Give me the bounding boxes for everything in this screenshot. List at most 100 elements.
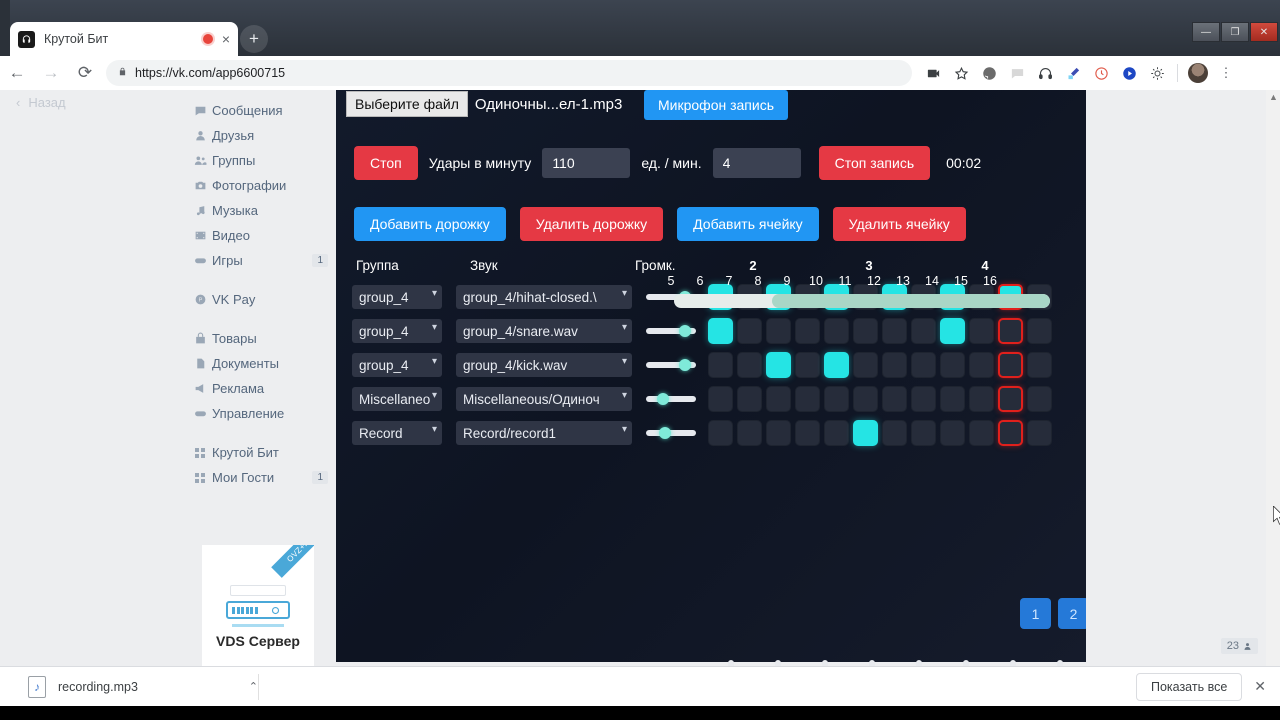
step-cell[interactable] <box>766 420 791 446</box>
choose-file-button[interactable]: Выберите файл <box>346 91 468 117</box>
step-cell[interactable] <box>911 386 936 412</box>
volume-slider[interactable] <box>646 321 696 341</box>
add-track-button[interactable]: Добавить дорожку <box>354 207 506 241</box>
step-cell[interactable] <box>824 352 849 378</box>
recording-dot-icon[interactable] <box>202 34 213 44</box>
step-cell[interactable] <box>911 352 936 378</box>
step-cell[interactable] <box>795 352 820 378</box>
step-cell[interactable] <box>940 318 965 344</box>
back-icon[interactable]: ← <box>0 63 34 83</box>
step-cell[interactable] <box>708 386 733 412</box>
extension-play-icon[interactable] <box>1116 60 1142 86</box>
delete-cell-button[interactable]: Удалить ячейку <box>832 207 966 241</box>
sidebar-item-goods[interactable]: Товары <box>180 326 336 351</box>
volume-slider[interactable] <box>646 355 696 375</box>
sound-select[interactable]: group_4/hihat-closed.\ <box>456 285 632 309</box>
step-cell[interactable] <box>1027 386 1052 412</box>
volume-knob[interactable] <box>679 359 692 371</box>
step-cell[interactable] <box>708 352 733 378</box>
step-cell[interactable] <box>969 352 994 378</box>
sidebar-item-documents[interactable]: Документы <box>180 351 336 376</box>
mic-record-button[interactable]: Микрофон запись <box>644 90 789 120</box>
step-cell[interactable] <box>824 420 849 446</box>
group-select[interactable]: group_4 <box>352 285 442 309</box>
maximize-button[interactable]: ❐ <box>1221 22 1249 42</box>
address-bar[interactable]: https://vk.com/app6600715 <box>106 60 912 86</box>
sidebar-item-photos[interactable]: Фотографии <box>180 173 336 198</box>
group-select[interactable]: group_4 <box>352 319 442 343</box>
volume-slider[interactable] <box>646 423 696 443</box>
minimize-button[interactable]: — <box>1192 22 1220 42</box>
step-cell[interactable] <box>911 420 936 446</box>
close-downloads-icon[interactable]: ✕ <box>1254 678 1266 695</box>
browser-menu-icon[interactable]: ⋮ <box>1213 60 1239 86</box>
delete-track-button[interactable]: Удалить дорожку <box>519 207 664 241</box>
step-cell[interactable] <box>766 352 791 378</box>
step-cell[interactable] <box>969 318 994 344</box>
extension-clock-icon[interactable] <box>1088 60 1114 86</box>
step-cell[interactable] <box>1027 420 1052 446</box>
scroll-up-icon[interactable]: ▲ <box>1269 92 1278 102</box>
extension-octocat-icon[interactable] <box>976 60 1002 86</box>
extension-headphones-icon[interactable] <box>1032 60 1058 86</box>
group-select[interactable]: Record <box>352 421 442 445</box>
volume-knob[interactable] <box>656 393 669 405</box>
step-cell[interactable] <box>737 386 762 412</box>
close-icon[interactable]: × <box>222 31 230 47</box>
sidebar-item-messages[interactable]: Сообщения <box>180 98 336 123</box>
sound-select[interactable]: Miscellaneous/Одиноч <box>456 387 632 411</box>
volume-slider[interactable] <box>646 389 696 409</box>
sidebar-item-music[interactable]: Музыка <box>180 198 336 223</box>
back-link[interactable]: ‹ Назад <box>16 95 66 110</box>
step-cell[interactable] <box>969 386 994 412</box>
stop-record-button[interactable]: Стоп запись <box>818 146 931 180</box>
add-cell-button[interactable]: Добавить ячейку <box>677 207 819 241</box>
sound-select[interactable]: group_4/snare.wav <box>456 319 632 343</box>
step-cell[interactable] <box>882 420 907 446</box>
volume-knob[interactable] <box>679 325 692 337</box>
group-select[interactable]: Miscellaneo <box>352 387 442 411</box>
step-cell[interactable] <box>853 318 878 344</box>
step-cell[interactable] <box>998 352 1023 378</box>
camera-icon[interactable] <box>920 60 946 86</box>
sidebar-item-manage[interactable]: Управление <box>180 401 336 426</box>
online-counter[interactable]: 23 <box>1220 638 1258 654</box>
step-cell[interactable] <box>1027 352 1052 378</box>
file-picker[interactable]: Выберите файл Одиночны...ел-1.mp3 <box>346 91 622 117</box>
sidebar-item-krutoy-bit[interactable]: Крутой Бит <box>180 440 336 465</box>
step-cell[interactable] <box>853 386 878 412</box>
step-cell[interactable] <box>940 352 965 378</box>
bookmark-star-icon[interactable] <box>948 60 974 86</box>
bpm-input[interactable] <box>542 148 631 178</box>
step-cell[interactable] <box>708 318 733 344</box>
step-cell[interactable] <box>998 386 1023 412</box>
sidebar-ad-banner[interactable]: OVZ+HDD VDS Сервер <box>202 545 314 670</box>
avatar[interactable] <box>1185 60 1211 86</box>
step-cell[interactable] <box>824 318 849 344</box>
step-cell[interactable] <box>998 420 1023 446</box>
forward-icon[interactable]: → <box>34 63 68 83</box>
page-scrollbar[interactable]: ▲ ▼ <box>1266 90 1280 676</box>
step-cell[interactable] <box>737 318 762 344</box>
stop-button[interactable]: Стоп <box>354 146 418 180</box>
step-cell[interactable] <box>911 318 936 344</box>
step-cell[interactable] <box>940 386 965 412</box>
reload-icon[interactable]: ⟳ <box>68 63 102 83</box>
step-cell[interactable] <box>969 420 994 446</box>
step-cell[interactable] <box>795 318 820 344</box>
step-cell[interactable] <box>998 318 1023 344</box>
extension-eyedropper-icon[interactable] <box>1060 60 1086 86</box>
sidebar-item-groups[interactable]: Группы <box>180 148 336 173</box>
step-cell[interactable] <box>853 352 878 378</box>
step-cell[interactable] <box>737 420 762 446</box>
new-tab-button[interactable]: + <box>240 25 268 53</box>
page-button-1[interactable]: 1 <box>1020 598 1051 629</box>
beats-per-measure-input[interactable] <box>712 148 801 178</box>
sidebar-item-vkpay[interactable]: P VK Pay <box>180 287 336 312</box>
sidebar-item-my-guests[interactable]: Мои Гости 1 <box>180 465 336 490</box>
close-window-button[interactable]: ✕ <box>1250 22 1278 42</box>
step-cell[interactable] <box>795 420 820 446</box>
step-cell[interactable] <box>853 420 878 446</box>
extension-chat-icon[interactable] <box>1004 60 1030 86</box>
chevron-up-icon[interactable]: ⌃ <box>249 680 258 693</box>
